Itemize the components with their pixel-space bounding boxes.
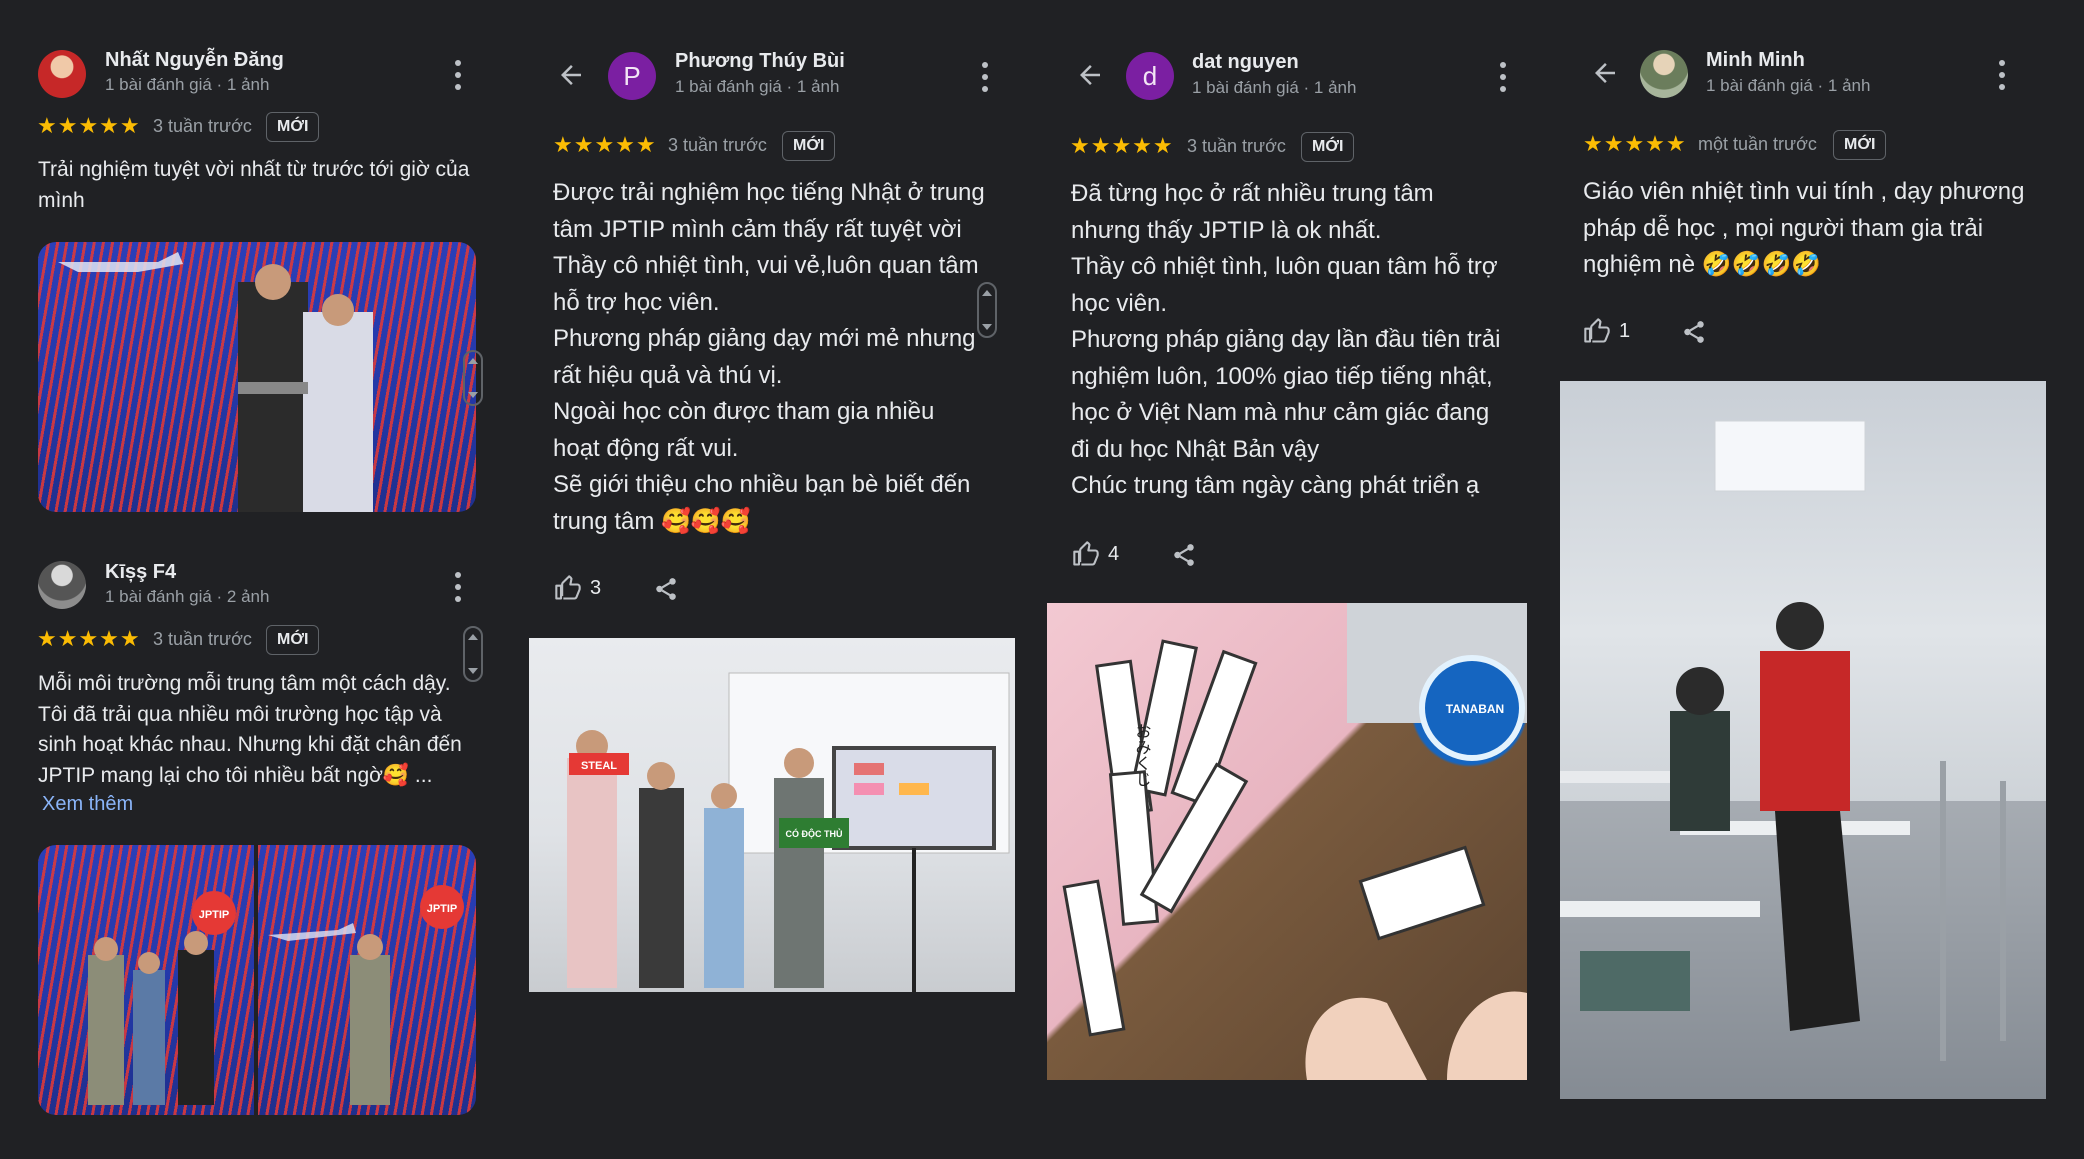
more-vert-icon[interactable] — [446, 60, 470, 90]
avatar[interactable]: d — [1126, 52, 1174, 100]
review-text: Đã từng học ở rất nhiều trung tâm nhưng … — [1071, 180, 1501, 499]
review-photo[interactable]: JPTIP — [258, 845, 476, 1115]
star-rating: ★★★★★ — [553, 132, 657, 157]
image-scroll-handle[interactable] — [463, 350, 483, 406]
see-more-link[interactable]: Xem thêm — [42, 793, 133, 816]
star-rating: ★★★★★ — [1070, 133, 1174, 158]
like-button[interactable]: 4 — [1072, 540, 1119, 568]
photo-content — [1560, 420, 2046, 1099]
reviewer-name[interactable]: Kīșş F4 — [105, 561, 176, 584]
photo-content — [58, 252, 373, 512]
more-vert-icon[interactable] — [973, 62, 997, 92]
review-column-2: P Phương Thúy Bùi 1 bài đánh giá · 1 ảnh… — [520, 0, 1040, 1159]
arrow-left-icon[interactable] — [556, 60, 586, 90]
thumb-up-icon — [554, 574, 582, 602]
more-vert-icon[interactable] — [1990, 60, 2014, 90]
photo-content: JPTIP — [268, 885, 464, 1105]
tin-label-text: TANABAN — [1446, 702, 1504, 716]
photo-sign-text: CÓ ĐỘC THỦ — [786, 828, 843, 839]
avatar[interactable]: P — [608, 52, 656, 100]
reviewer-name[interactable]: dat nguyen — [1192, 51, 1299, 74]
like-button[interactable]: 3 — [554, 574, 601, 602]
photo-sign-text: STEAL — [581, 760, 617, 772]
reviewer-meta: 1 bài đánh giá · 1 ảnh — [1192, 78, 1357, 97]
review-photo[interactable] — [38, 242, 476, 512]
text-scroll-handle[interactable] — [463, 626, 483, 682]
reviewer-meta: 1 bài đánh giá · 2 ảnh — [105, 587, 270, 606]
avatar[interactable] — [38, 50, 86, 98]
more-vert-icon[interactable] — [446, 572, 470, 602]
review-text: Trải nghiệm tuyệt vời nhất từ trước tới … — [38, 158, 470, 212]
like-count: 3 — [590, 576, 602, 599]
avatar[interactable] — [38, 561, 86, 609]
review-text: Giáo viên nhiệt tình vui tính , dạy phươ… — [1583, 178, 2025, 278]
new-badge: MỚI — [1301, 132, 1355, 162]
review-photo[interactable]: TANABAN おみくじ — [1047, 603, 1527, 1080]
review-time: 3 tuần trước — [668, 135, 767, 155]
review-time: 3 tuần trước — [153, 116, 252, 136]
arrow-left-icon[interactable] — [1590, 58, 1620, 88]
review-photo[interactable]: JPTIP — [38, 845, 254, 1115]
reviewer-meta: 1 bài đánh giá · 1 ảnh — [675, 77, 840, 96]
arrow-left-icon[interactable] — [1075, 60, 1105, 90]
jptip-logo-text: JPTIP — [199, 909, 230, 921]
share-icon[interactable] — [653, 576, 679, 602]
omikuji-text: おみくじ — [1133, 723, 1152, 787]
thumb-up-icon — [1583, 317, 1611, 345]
review-time: 3 tuần trước — [153, 629, 252, 649]
review-column-3: d dat nguyen 1 bài đánh giá · 1 ảnh ★★★★… — [1040, 0, 1560, 1159]
jptip-logo-text: JPTIP — [427, 903, 458, 915]
review-text: Mỗi môi trường mỗi trung tâm một cách dậ… — [38, 672, 462, 787]
text-scroll-handle[interactable] — [977, 282, 997, 338]
new-badge: MỚI — [266, 112, 320, 142]
review-photo[interactable]: STEAL CÓ ĐỘC THỦ — [529, 638, 1015, 992]
reviewer-name[interactable]: Minh Minh — [1706, 49, 1805, 72]
review-time: 3 tuần trước — [1187, 136, 1286, 156]
like-count: 1 — [1619, 319, 1631, 342]
review-column-1: Nhất Nguyễn Đăng 1 bài đánh giá · 1 ảnh … — [0, 0, 520, 1159]
review-time: một tuần trước — [1698, 134, 1817, 154]
like-count: 4 — [1108, 542, 1120, 565]
new-badge: MỚI — [1833, 130, 1887, 160]
reviewer-meta: 1 bài đánh giá · 1 ảnh — [105, 75, 270, 94]
reviewer-name[interactable]: Nhất Nguyễn Đăng — [105, 49, 284, 72]
star-rating: ★★★★★ — [37, 113, 141, 138]
thumb-up-icon — [1072, 540, 1100, 568]
star-rating: ★★★★★ — [1583, 131, 1687, 156]
star-rating: ★★★★★ — [37, 626, 141, 651]
share-icon[interactable] — [1681, 319, 1707, 345]
more-vert-icon[interactable] — [1491, 62, 1515, 92]
new-badge: MỚI — [782, 131, 836, 161]
avatar[interactable] — [1640, 50, 1688, 98]
reviewer-name[interactable]: Phương Thúy Bùi — [675, 50, 845, 73]
new-badge: MỚI — [266, 625, 320, 655]
review-column-4: Minh Minh 1 bài đánh giá · 1 ảnh ★★★★★ m… — [1560, 0, 2084, 1159]
like-button[interactable]: 1 — [1583, 317, 1630, 345]
photo-content: TANABAN おみくじ — [1062, 603, 1527, 1080]
reviewer-meta: 1 bài đánh giá · 1 ảnh — [1706, 76, 1871, 95]
share-icon[interactable] — [1171, 542, 1197, 568]
review-photo[interactable] — [1560, 381, 2046, 1099]
review-text: Được trải nghiệm học tiếng Nhật ở trung … — [553, 179, 985, 535]
photo-content: JPTIP — [88, 891, 236, 1105]
photo-content: STEAL CÓ ĐỘC THỦ — [567, 672, 1010, 992]
